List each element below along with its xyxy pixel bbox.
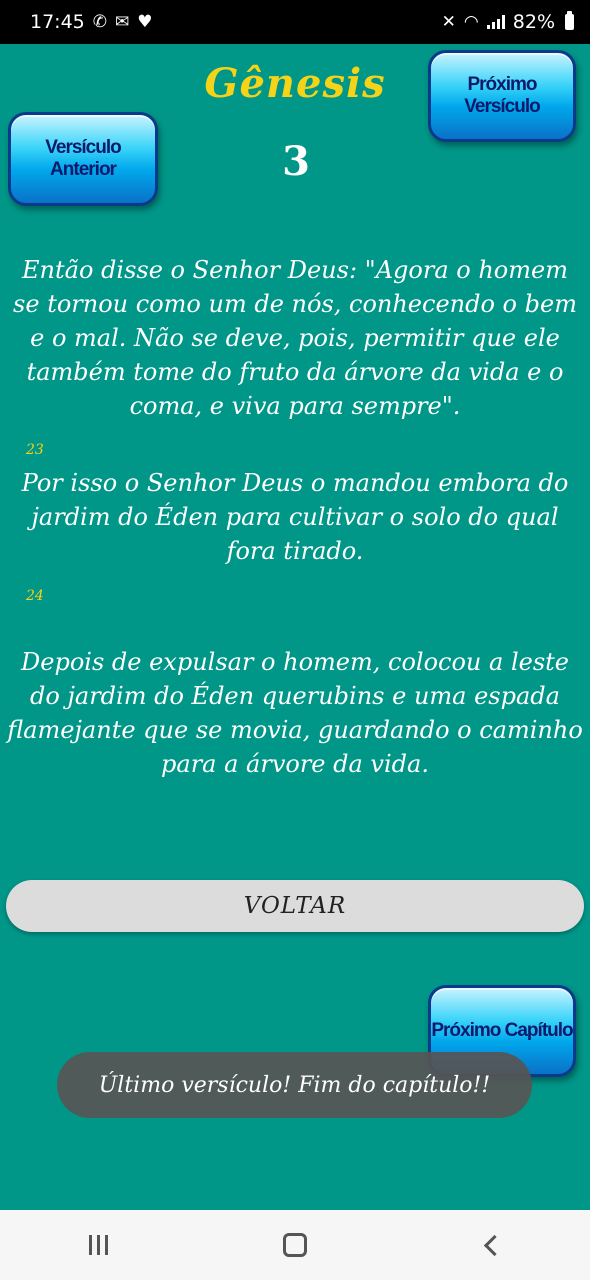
wifi-icon: ◠: [463, 11, 479, 32]
signal-icon: [486, 15, 505, 29]
back-button[interactable]: VOLTAR: [6, 880, 584, 932]
home-icon: [282, 1233, 307, 1257]
chapter-number: 3: [282, 138, 310, 185]
verse-text: Depois de expulsar o homem, colocou a le…: [7, 648, 583, 778]
home-button[interactable]: [245, 1215, 345, 1275]
toast-message: Último versículo! Fim do capítulo!!: [57, 1052, 532, 1118]
status-left: 17:45 ✆ ✉ ♥: [30, 11, 153, 33]
book-title: Gênesis: [204, 60, 386, 107]
next-verse-button[interactable]: Próximo Versículo: [428, 50, 576, 142]
recent-apps-icon: [88, 1235, 108, 1255]
clock: 17:45: [30, 11, 85, 33]
back-icon: [484, 1234, 506, 1256]
navigation-bar: [0, 1210, 590, 1280]
status-bar: 17:45 ✆ ✉ ♥ ✕ ◠ 82%: [0, 0, 590, 44]
verse-text: Por isso o Senhor Deus o mandou embora d…: [21, 469, 569, 565]
verse-text: Então disse o Senhor Deus: "Agora o home…: [13, 256, 577, 420]
verse-number: 24: [26, 588, 44, 604]
verse-number: 23: [26, 442, 44, 458]
previous-verse-button[interactable]: Versículo Anterior: [8, 112, 158, 206]
recent-apps-button[interactable]: [48, 1215, 148, 1275]
back-nav-button[interactable]: [442, 1215, 542, 1275]
whatsapp-icon: ✆: [92, 11, 108, 32]
heart-icon: ♥: [137, 11, 153, 32]
mute-icon: ✕: [441, 11, 456, 32]
battery-percent: 82%: [512, 11, 555, 33]
chat-icon: ✉: [115, 11, 130, 32]
status-right: ✕ ◠ 82%: [442, 11, 574, 33]
battery-icon: [565, 11, 574, 30]
toast-text: Último versículo! Fim do capítulo!!: [98, 1072, 491, 1098]
